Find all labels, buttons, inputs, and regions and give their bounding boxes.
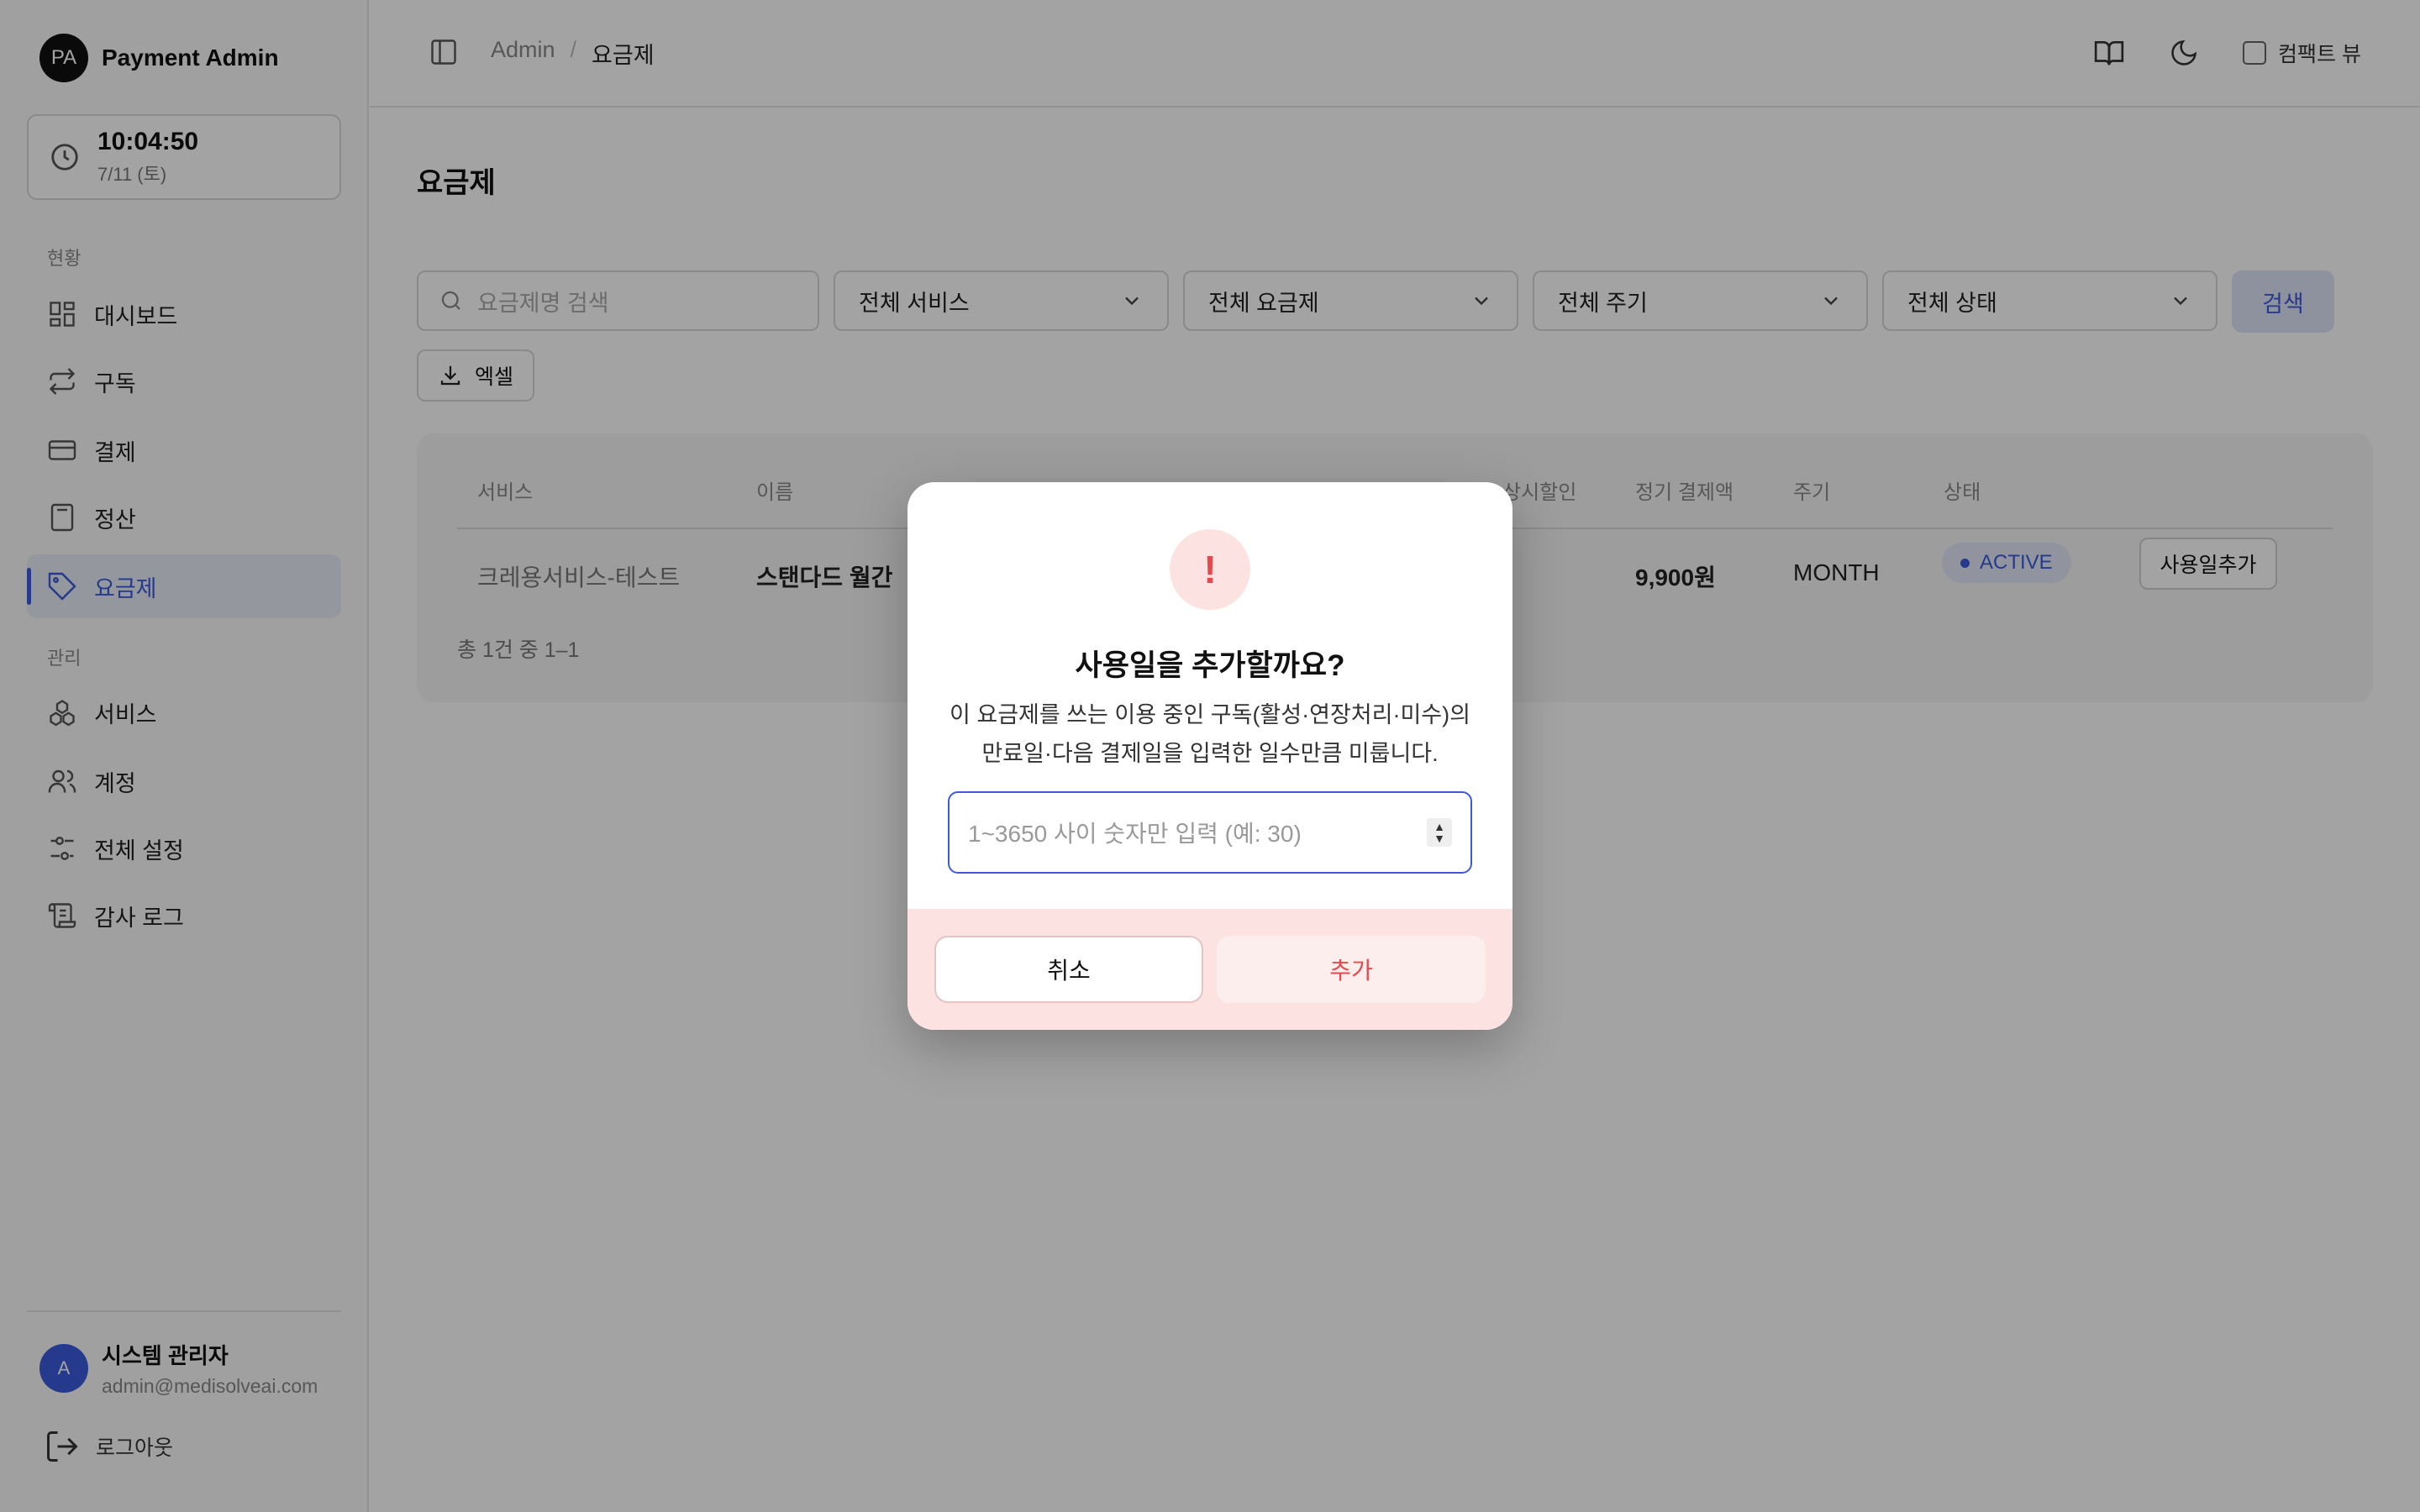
dialog-description-line-2: 만료일·다음 결제일을 입력한 일수만큼 미룹니다. bbox=[981, 741, 1439, 766]
confirm-add-button[interactable]: 추가 bbox=[1217, 936, 1486, 1003]
dialog-title: 사용일을 추가할까요? bbox=[1075, 649, 1345, 682]
dialog-description: 이 요금제를 쓰는 이용 중인 구독(활성·연장처리·미수)의 만료일·다음 결… bbox=[941, 696, 1479, 773]
add-usage-days-dialog: ! 사용일을 추가할까요? 이 요금제를 쓰는 이용 중인 구독(활성·연장처리… bbox=[908, 482, 1512, 1030]
cancel-button[interactable]: 취소 bbox=[934, 936, 1203, 1003]
dialog-description-line-1: 이 요금제를 쓰는 이용 중인 구독(활성·연장처리·미수)의 bbox=[950, 702, 1470, 727]
days-input-placeholder: 1~3650 사이 숫자만 입력 (예: 30) bbox=[968, 821, 1302, 847]
dialog-footer: 취소 추가 bbox=[908, 909, 1512, 1030]
warning-icon: ! bbox=[1170, 529, 1250, 610]
number-spinner-icon[interactable]: ▲ ▼ bbox=[1427, 818, 1452, 847]
days-number-input[interactable]: 1~3650 사이 숫자만 입력 (예: 30) ▲ ▼ bbox=[948, 791, 1472, 874]
